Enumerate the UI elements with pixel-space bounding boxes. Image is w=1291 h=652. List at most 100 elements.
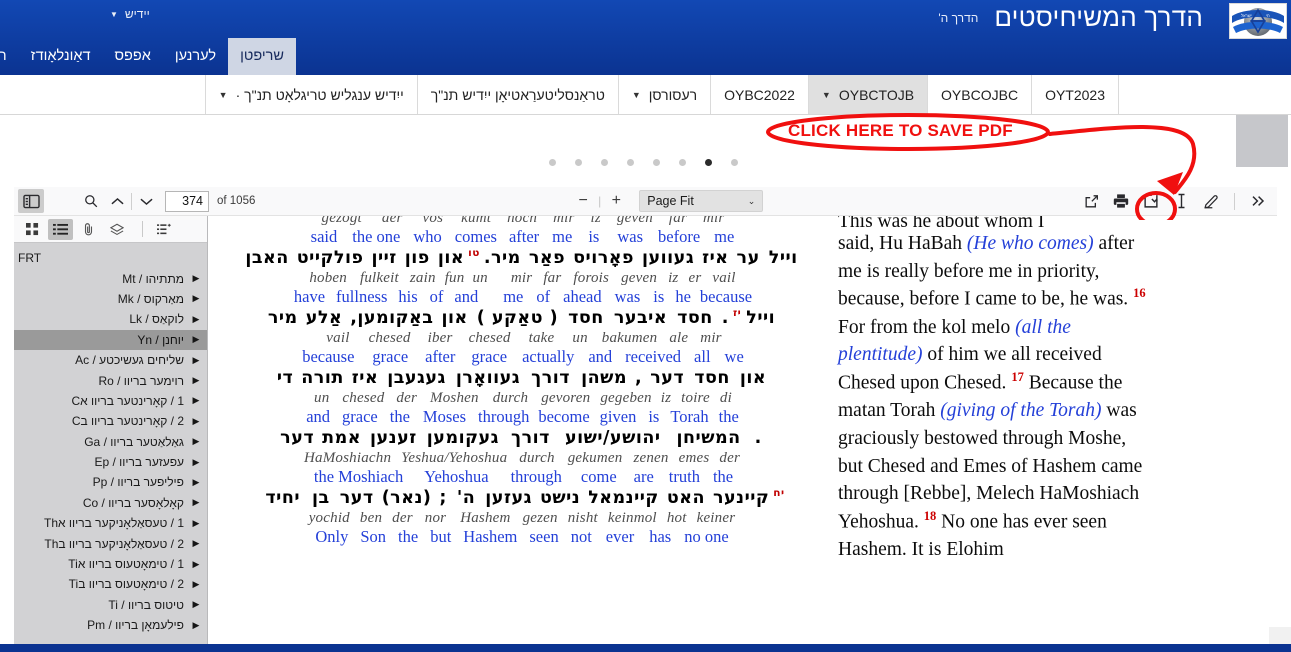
expand-triangle-icon[interactable]: ▶	[191, 273, 201, 284]
zoom-out-button[interactable]: −	[570, 189, 596, 213]
zoom-scale-select[interactable]: Page Fit ⌄	[639, 190, 764, 212]
outline-item-label: מתתיהו / Mt	[122, 271, 184, 286]
tab-triglot[interactable]: · ייִדיש ענגליש טריגלאָט תנ"ך ▼	[204, 75, 417, 114]
tab-oyt2023[interactable]: OYT2023	[1031, 75, 1119, 114]
outline-item-co[interactable]: ▶ קאָלאָסער בריוו / Co	[14, 493, 207, 513]
interlinear-row: .המשיחןיהושע/ישועדורךגעקומעןזענעןאמתדער …	[222, 427, 822, 486]
expand-triangle-icon[interactable]: ▶	[191, 538, 201, 549]
expand-triangle-icon[interactable]: ▶	[191, 620, 201, 631]
outline-item-label: 2 / קאָרינטער בריוו בC	[71, 414, 184, 429]
expand-triangle-icon[interactable]: ▶	[191, 497, 201, 508]
carousel-dot[interactable]	[627, 159, 634, 166]
yiddish-line: ויילעראיזגעוועןפאָרויספאַרמיר.טואוןפוןזי…	[245, 247, 798, 268]
nav-item-2[interactable]: אפפס	[103, 38, 163, 75]
window-status-bar	[0, 644, 1291, 652]
layers-icon[interactable]	[104, 219, 129, 240]
zoom-controls: − | +	[570, 189, 629, 213]
page-number-input[interactable]: 374	[165, 190, 209, 212]
open-in-new-icon[interactable]	[1078, 189, 1104, 213]
star-of-david-logo[interactable]: ישראל חי	[1229, 3, 1287, 39]
expand-triangle-icon[interactable]: ▶	[191, 518, 201, 529]
tab-oybcojbc[interactable]: OYBCOJBC	[927, 75, 1032, 114]
expand-triangle-icon[interactable]: ▶	[191, 457, 201, 468]
tab-transliteration[interactable]: טראַנסליטערַאטיאָן ייִדיש תנ"ך	[416, 75, 618, 114]
language-switcher[interactable]: יידיש ▼	[110, 7, 150, 21]
outline-item-pp[interactable]: ▶ פיליפער בריוו / Pp	[14, 472, 207, 492]
nav-item-3[interactable]: דאַונלאָודז	[19, 38, 103, 75]
nav-item-1[interactable]: לערנען	[163, 38, 228, 75]
document-outline-list[interactable]: FRT ▶ מתתיהו / Mt ▶ מאַרקוס / Mk ▶ לוקאַ…	[14, 243, 207, 644]
page-total-label: of 1056	[217, 195, 256, 207]
expand-triangle-icon[interactable]: ▶	[191, 314, 201, 325]
tab-label: · ייִדיש ענגליש טריגלאָט תנ"ך	[235, 86, 404, 103]
outline-item-2ti[interactable]: ▶ 2 / טימאָטעוס בריוו בTi	[14, 574, 207, 594]
pdf-page-canvas[interactable]: gezogt der vos kumt noch mir iz geven far mir sai…	[208, 216, 1277, 644]
outline-item-1co[interactable]: ▶ 1 / קאָרינטער בריוו אC	[14, 391, 207, 411]
expand-triangle-icon[interactable]: ▶	[191, 334, 201, 345]
outline-item-1th[interactable]: ▶ 1 / טעסאַלאָניקער בריוו אTh	[14, 513, 207, 533]
outline-item-lk[interactable]: ▶ לוקאַס / Lk	[14, 309, 207, 329]
zoom-in-button[interactable]: +	[603, 189, 629, 213]
print-icon[interactable]	[1108, 189, 1134, 213]
expand-triangle-icon[interactable]: ▶	[191, 355, 201, 366]
thumbnails-icon[interactable]	[20, 219, 45, 240]
expand-triangle-icon[interactable]: ▶	[191, 375, 201, 386]
nav-item-0[interactable]: שריפטן	[228, 38, 296, 75]
pencil-draw-icon[interactable]	[1198, 189, 1224, 213]
tab-oybc2022[interactable]: OYBC2022	[710, 75, 808, 114]
outline-options-icon[interactable]	[151, 219, 176, 240]
outline-item-label: 1 / טעסאַלאָניקער בריוו אTh	[44, 516, 184, 531]
previous-page-icon[interactable]	[104, 189, 130, 213]
brand[interactable]: הדרך המשיחיסטים הדרך ה'	[938, 2, 1203, 33]
annotation-band	[0, 115, 1291, 187]
save-download-icon[interactable]	[1138, 189, 1164, 213]
site-header: יידיש ▼ הדרך המשיחיסטים הדרך ה' ישראל חי…	[0, 0, 1291, 75]
text-select-cursor-icon[interactable]	[1168, 189, 1194, 213]
expand-triangle-icon[interactable]: ▶	[191, 416, 201, 427]
carousel-dot[interactable]	[601, 159, 608, 166]
carousel-dot[interactable]	[549, 159, 556, 166]
yiddish-line: .המשיחןיהושע/ישועדורךגעקומעןזענעןאמתדער	[280, 427, 762, 448]
outline-item-mk[interactable]: ▶ מאַרקוס / Mk	[14, 289, 207, 309]
outline-item-label: לוקאַס / Lk	[129, 312, 184, 327]
attachments-paperclip-icon[interactable]	[76, 219, 101, 240]
outline-item-ro[interactable]: ▶ רוימער בריוו / Ro	[14, 370, 207, 390]
outline-item-mt[interactable]: ▶ מתתיהו / Mt	[14, 268, 207, 288]
english-gloss-line: the Moshiach Yehoshua through come are truth t…	[313, 466, 734, 486]
outline-item-pm[interactable]: ▶ פילעמאָן בריוו / Pm	[14, 615, 207, 635]
outline-item-ac[interactable]: ▶ שליחים געשיכטע / Ac	[14, 350, 207, 370]
expand-triangle-icon[interactable]: ▶	[191, 477, 201, 488]
nav-item-4[interactable]: רוף אונדז	[0, 38, 19, 75]
outline-item-ep[interactable]: ▶ עפעזער בריוו / Ep	[14, 452, 207, 472]
carousel-dot[interactable]	[575, 159, 582, 166]
expand-triangle-icon[interactable]: ▶	[191, 395, 201, 406]
carousel-dot[interactable]	[679, 159, 686, 166]
tab-oybctojb[interactable]: OYBCTOJB ▼	[807, 75, 928, 114]
tab-label: טראַנסליטערַאטיאָן ייִדיש תנ"ך	[430, 86, 605, 103]
next-page-icon[interactable]	[133, 189, 159, 213]
expand-triangle-icon[interactable]: ▶	[191, 599, 201, 610]
tab-resources[interactable]: רעסורסן ▼	[617, 75, 711, 114]
find-search-icon[interactable]	[78, 189, 104, 213]
transliteration-line: un chesed der Moshen durch gevoren gegeben iz to…	[314, 390, 732, 407]
carousel-dot[interactable]	[653, 159, 660, 166]
outline-item-2co[interactable]: ▶ 2 / קאָרינטער בריוו בC	[14, 411, 207, 431]
outline-item-label: 1 / טימאָטעוס בריוו אTi	[68, 557, 184, 572]
outline-item-2th[interactable]: ▶ 2 / טעסאַלאָניקער בריוו בTh	[14, 533, 207, 553]
outline-item-ga[interactable]: ▶ גאַלאַטער בריוו / Ga	[14, 432, 207, 452]
pdf-toolbar: 374 of 1056 − | + Page Fit ⌄	[14, 187, 1277, 216]
expand-triangle-icon[interactable]: ▶	[191, 559, 201, 570]
double-chevron-right-icon[interactable]	[1245, 189, 1271, 213]
outline-item-frt[interactable]: FRT	[14, 248, 207, 268]
outline-item-ti[interactable]: ▶ טיטוס בריוו / Ti	[14, 595, 207, 615]
expand-triangle-icon[interactable]: ▶	[191, 293, 201, 304]
outline-item-yn-selected[interactable]: ▶ יוחנן / Yn	[14, 329, 207, 350]
document-outline-icon[interactable]	[48, 218, 73, 240]
carousel-dot-active[interactable]	[705, 159, 712, 166]
carousel-dot[interactable]	[731, 159, 738, 166]
outline-item-1ti[interactable]: ▶ 1 / טימאָטעוס בריוו אTi	[14, 554, 207, 574]
scrollbar-corner[interactable]	[1269, 627, 1291, 645]
expand-triangle-icon[interactable]: ▶	[191, 436, 201, 447]
sidebar-toggle-icon[interactable]	[18, 189, 44, 213]
expand-triangle-icon[interactable]: ▶	[191, 579, 201, 590]
